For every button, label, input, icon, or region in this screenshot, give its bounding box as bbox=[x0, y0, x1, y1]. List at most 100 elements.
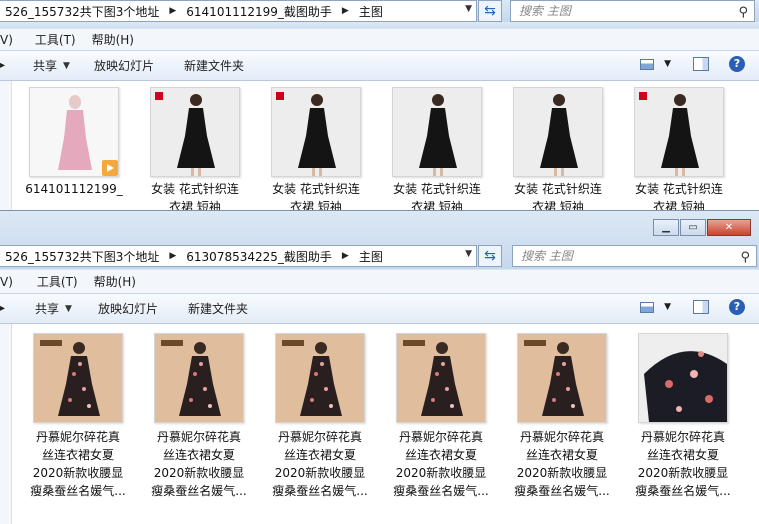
file-name-line: 瘦桑蚕丝名媛气... bbox=[30, 484, 126, 498]
file-name-label[interactable]: 丹慕妮尔碎花真 丝连衣裙女夏 2020新款收腰显 瘦桑蚕丝名媛气... bbox=[143, 428, 255, 500]
address-bar[interactable]: 526_155732共下图3个地址 ▶ 613078534225_截图助手 ▶ … bbox=[0, 245, 477, 267]
file-thumbnail[interactable] bbox=[150, 87, 240, 177]
breadcrumb-item[interactable]: 526_155732共下图3个地址 bbox=[0, 248, 164, 265]
explorer-window-1: 526_155732共下图3个地址 ▶ 614101112199_截图助手 ▶ … bbox=[0, 0, 759, 210]
breadcrumb-separator-icon[interactable]: ▶ bbox=[164, 251, 181, 261]
file-name-line: 丹慕妮尔碎花真 bbox=[35, 430, 120, 444]
file-name-line: 2020新款收腰显 bbox=[274, 466, 366, 480]
file-name-label[interactable]: 女装 花式针织连衣裙 短袖 bbox=[623, 180, 735, 210]
file-name-label[interactable]: 丹慕妮尔碎花真 丝连衣裙女夏 2020新款收腰显 瘦桑蚕丝名媛气... bbox=[506, 428, 618, 500]
file-name-label[interactable]: 丹慕妮尔碎花真 丝连衣裙女夏 2020新款收腰显 瘦桑蚕丝名媛气... bbox=[627, 428, 739, 500]
search-input[interactable]: 搜索 主图 ⚲ bbox=[512, 245, 757, 267]
file-name-line: 2020新款收腰显 bbox=[516, 466, 608, 480]
window-controls: ▁ ▭ ✕ bbox=[652, 219, 751, 236]
menu-tools[interactable]: 工具(T) bbox=[37, 273, 78, 290]
address-bar[interactable]: 526_155732共下图3个地址 ▶ 614101112199_截图助手 ▶ … bbox=[0, 0, 477, 22]
file-thumbnail[interactable] bbox=[154, 333, 244, 423]
menu-bar: V) 工具(T) 帮助(H) bbox=[0, 28, 759, 50]
breadcrumb-item[interactable]: 主图 bbox=[354, 248, 388, 265]
file-thumbnail[interactable] bbox=[392, 87, 482, 177]
preview-pane-icon[interactable] bbox=[693, 57, 709, 71]
address-dropdown-icon[interactable]: ▼ bbox=[465, 249, 472, 259]
file-thumbnail[interactable] bbox=[517, 333, 607, 423]
help-icon[interactable]: ? bbox=[729, 56, 745, 72]
file-name-label[interactable]: 丹慕妮尔碎花真 丝连衣裙女夏 2020新款收腰显 瘦桑蚕丝名媛气... bbox=[385, 428, 497, 500]
file-thumbnail[interactable] bbox=[634, 87, 724, 177]
file-name-line: _ bbox=[71, 200, 77, 210]
close-icon[interactable]: ✕ bbox=[707, 219, 751, 236]
file-name-line: 女装 花式针织连 bbox=[635, 182, 723, 196]
breadcrumb-item[interactable]: 主图 bbox=[354, 3, 388, 20]
file-thumbnail[interactable] bbox=[271, 87, 361, 177]
file-name-line: 丝连衣裙女夏 bbox=[646, 448, 719, 462]
help-icon[interactable]: ? bbox=[729, 299, 745, 315]
file-name-line: 衣裙 短袖 bbox=[653, 200, 705, 210]
file-thumbnail[interactable] bbox=[396, 333, 486, 423]
breadcrumb-separator-icon[interactable]: ▶ bbox=[337, 251, 354, 261]
maximize-icon[interactable]: ▭ bbox=[680, 219, 706, 236]
file-thumbnail[interactable] bbox=[638, 333, 728, 423]
file-name-label[interactable]: 女装 花式针织连 衣裙 短袖 bbox=[502, 180, 614, 210]
file-name-line: 瘦桑蚕丝名媛气... bbox=[272, 484, 368, 498]
file-name-label[interactable]: 丹慕妮尔碎花真 丝连衣裙女夏 2020新款收腰显 瘦桑蚕丝名媛气... bbox=[264, 428, 376, 500]
file-name-line: 丹慕妮尔碎花真 bbox=[398, 430, 483, 444]
menu-view[interactable]: V) bbox=[0, 275, 13, 289]
file-name-line: 衣裙 短袖 bbox=[532, 200, 584, 210]
slideshow-button[interactable]: 放映幻灯片 bbox=[94, 57, 154, 74]
share-button[interactable]: 共享 bbox=[33, 57, 57, 74]
file-name-line: 丝连衣裙女夏 bbox=[283, 448, 356, 462]
change-view-icon[interactable] bbox=[640, 301, 655, 313]
file-name-line: 瘦桑蚕丝名媛气... bbox=[151, 484, 247, 498]
menu-help[interactable]: 帮助(H) bbox=[92, 31, 134, 48]
share-dropdown-icon[interactable]: ▼ bbox=[65, 304, 72, 314]
file-thumbnail[interactable] bbox=[513, 87, 603, 177]
file-name-line: 女装 花式针织连 bbox=[151, 182, 239, 196]
file-name-line: 丝连衣裙女夏 bbox=[525, 448, 598, 462]
breadcrumb-item[interactable]: 614101112199_截图助手 bbox=[181, 3, 337, 20]
new-folder-button[interactable]: 新建文件夹 bbox=[188, 300, 248, 317]
share-dropdown-icon[interactable]: ▼ bbox=[63, 61, 70, 71]
file-name-line: 瘦桑蚕丝名媛气... bbox=[635, 484, 731, 498]
file-thumbnail[interactable] bbox=[275, 333, 365, 423]
share-button[interactable]: 共享 bbox=[35, 300, 59, 317]
new-folder-button[interactable]: 新建文件夹 bbox=[184, 57, 244, 74]
navigation-pane bbox=[0, 324, 12, 524]
title-bar: ▁ ▭ ✕ 526_155732共下图3个地址 ▶ 613078534225_截… bbox=[0, 211, 759, 269]
file-name-line: 衣裙 短袖 bbox=[169, 200, 221, 210]
preview-pane-icon[interactable] bbox=[693, 300, 709, 314]
file-name-label[interactable]: 女装 花式针织连 衣裙 短袖 bbox=[381, 180, 493, 210]
breadcrumb-separator-icon[interactable]: ▶ bbox=[164, 6, 181, 16]
file-name-line: 瘦桑蚕丝名媛气... bbox=[393, 484, 489, 498]
menu-view[interactable]: V) bbox=[0, 33, 13, 47]
menu-tools[interactable]: 工具(T) bbox=[35, 31, 76, 48]
address-dropdown-icon[interactable]: ▼ bbox=[465, 4, 472, 14]
file-name-label[interactable]: 丹慕妮尔碎花真 丝连衣裙女夏 2020新款收腰显 瘦桑蚕丝名媛气... bbox=[22, 428, 134, 500]
command-bar: ▸ 共享 ▼ 放映幻灯片 新建文件夹 ▼ ? bbox=[0, 50, 759, 81]
breadcrumb-separator-icon[interactable]: ▶ bbox=[337, 6, 354, 16]
menu-help[interactable]: 帮助(H) bbox=[94, 273, 136, 290]
file-name-line: 丹慕妮尔碎花真 bbox=[156, 430, 241, 444]
change-view-icon[interactable] bbox=[640, 58, 655, 70]
share-chevron-icon[interactable]: ▸ bbox=[0, 60, 5, 71]
search-icon[interactable]: ⚲ bbox=[740, 248, 750, 268]
file-thumbnail[interactable] bbox=[29, 87, 119, 177]
view-dropdown-icon[interactable]: ▼ bbox=[664, 302, 671, 312]
file-name-label[interactable]: 614101112199_ _ bbox=[18, 180, 130, 210]
file-name-label[interactable]: 女装 花式针织连 衣裙 短袖 bbox=[260, 180, 372, 210]
refresh-icon[interactable]: ⇆ bbox=[478, 0, 502, 22]
search-input[interactable]: 搜索 主图 ⚲ bbox=[510, 0, 755, 22]
search-icon[interactable]: ⚲ bbox=[738, 3, 748, 23]
breadcrumb-item[interactable]: 613078534225_截图助手 bbox=[181, 248, 337, 265]
slideshow-button[interactable]: 放映幻灯片 bbox=[98, 300, 158, 317]
file-name-line: 2020新款收腰显 bbox=[395, 466, 487, 480]
breadcrumb-item[interactable]: 526_155732共下图3个地址 bbox=[0, 3, 164, 20]
refresh-icon[interactable]: ⇆ bbox=[478, 245, 502, 267]
file-name-line: 衣裙 短袖 bbox=[290, 200, 342, 210]
view-dropdown-icon[interactable]: ▼ bbox=[664, 59, 671, 69]
file-thumbnail[interactable] bbox=[33, 333, 123, 423]
file-name-line: 丝连衣裙女夏 bbox=[41, 448, 114, 462]
minimize-icon[interactable]: ▁ bbox=[653, 219, 679, 236]
explorer-window-2: ▁ ▭ ✕ 526_155732共下图3个地址 ▶ 613078534225_截… bbox=[0, 210, 759, 524]
share-chevron-icon[interactable]: ▸ bbox=[0, 303, 5, 314]
file-name-label[interactable]: 女装 花式针织连衣裙 短袖 bbox=[139, 180, 251, 210]
